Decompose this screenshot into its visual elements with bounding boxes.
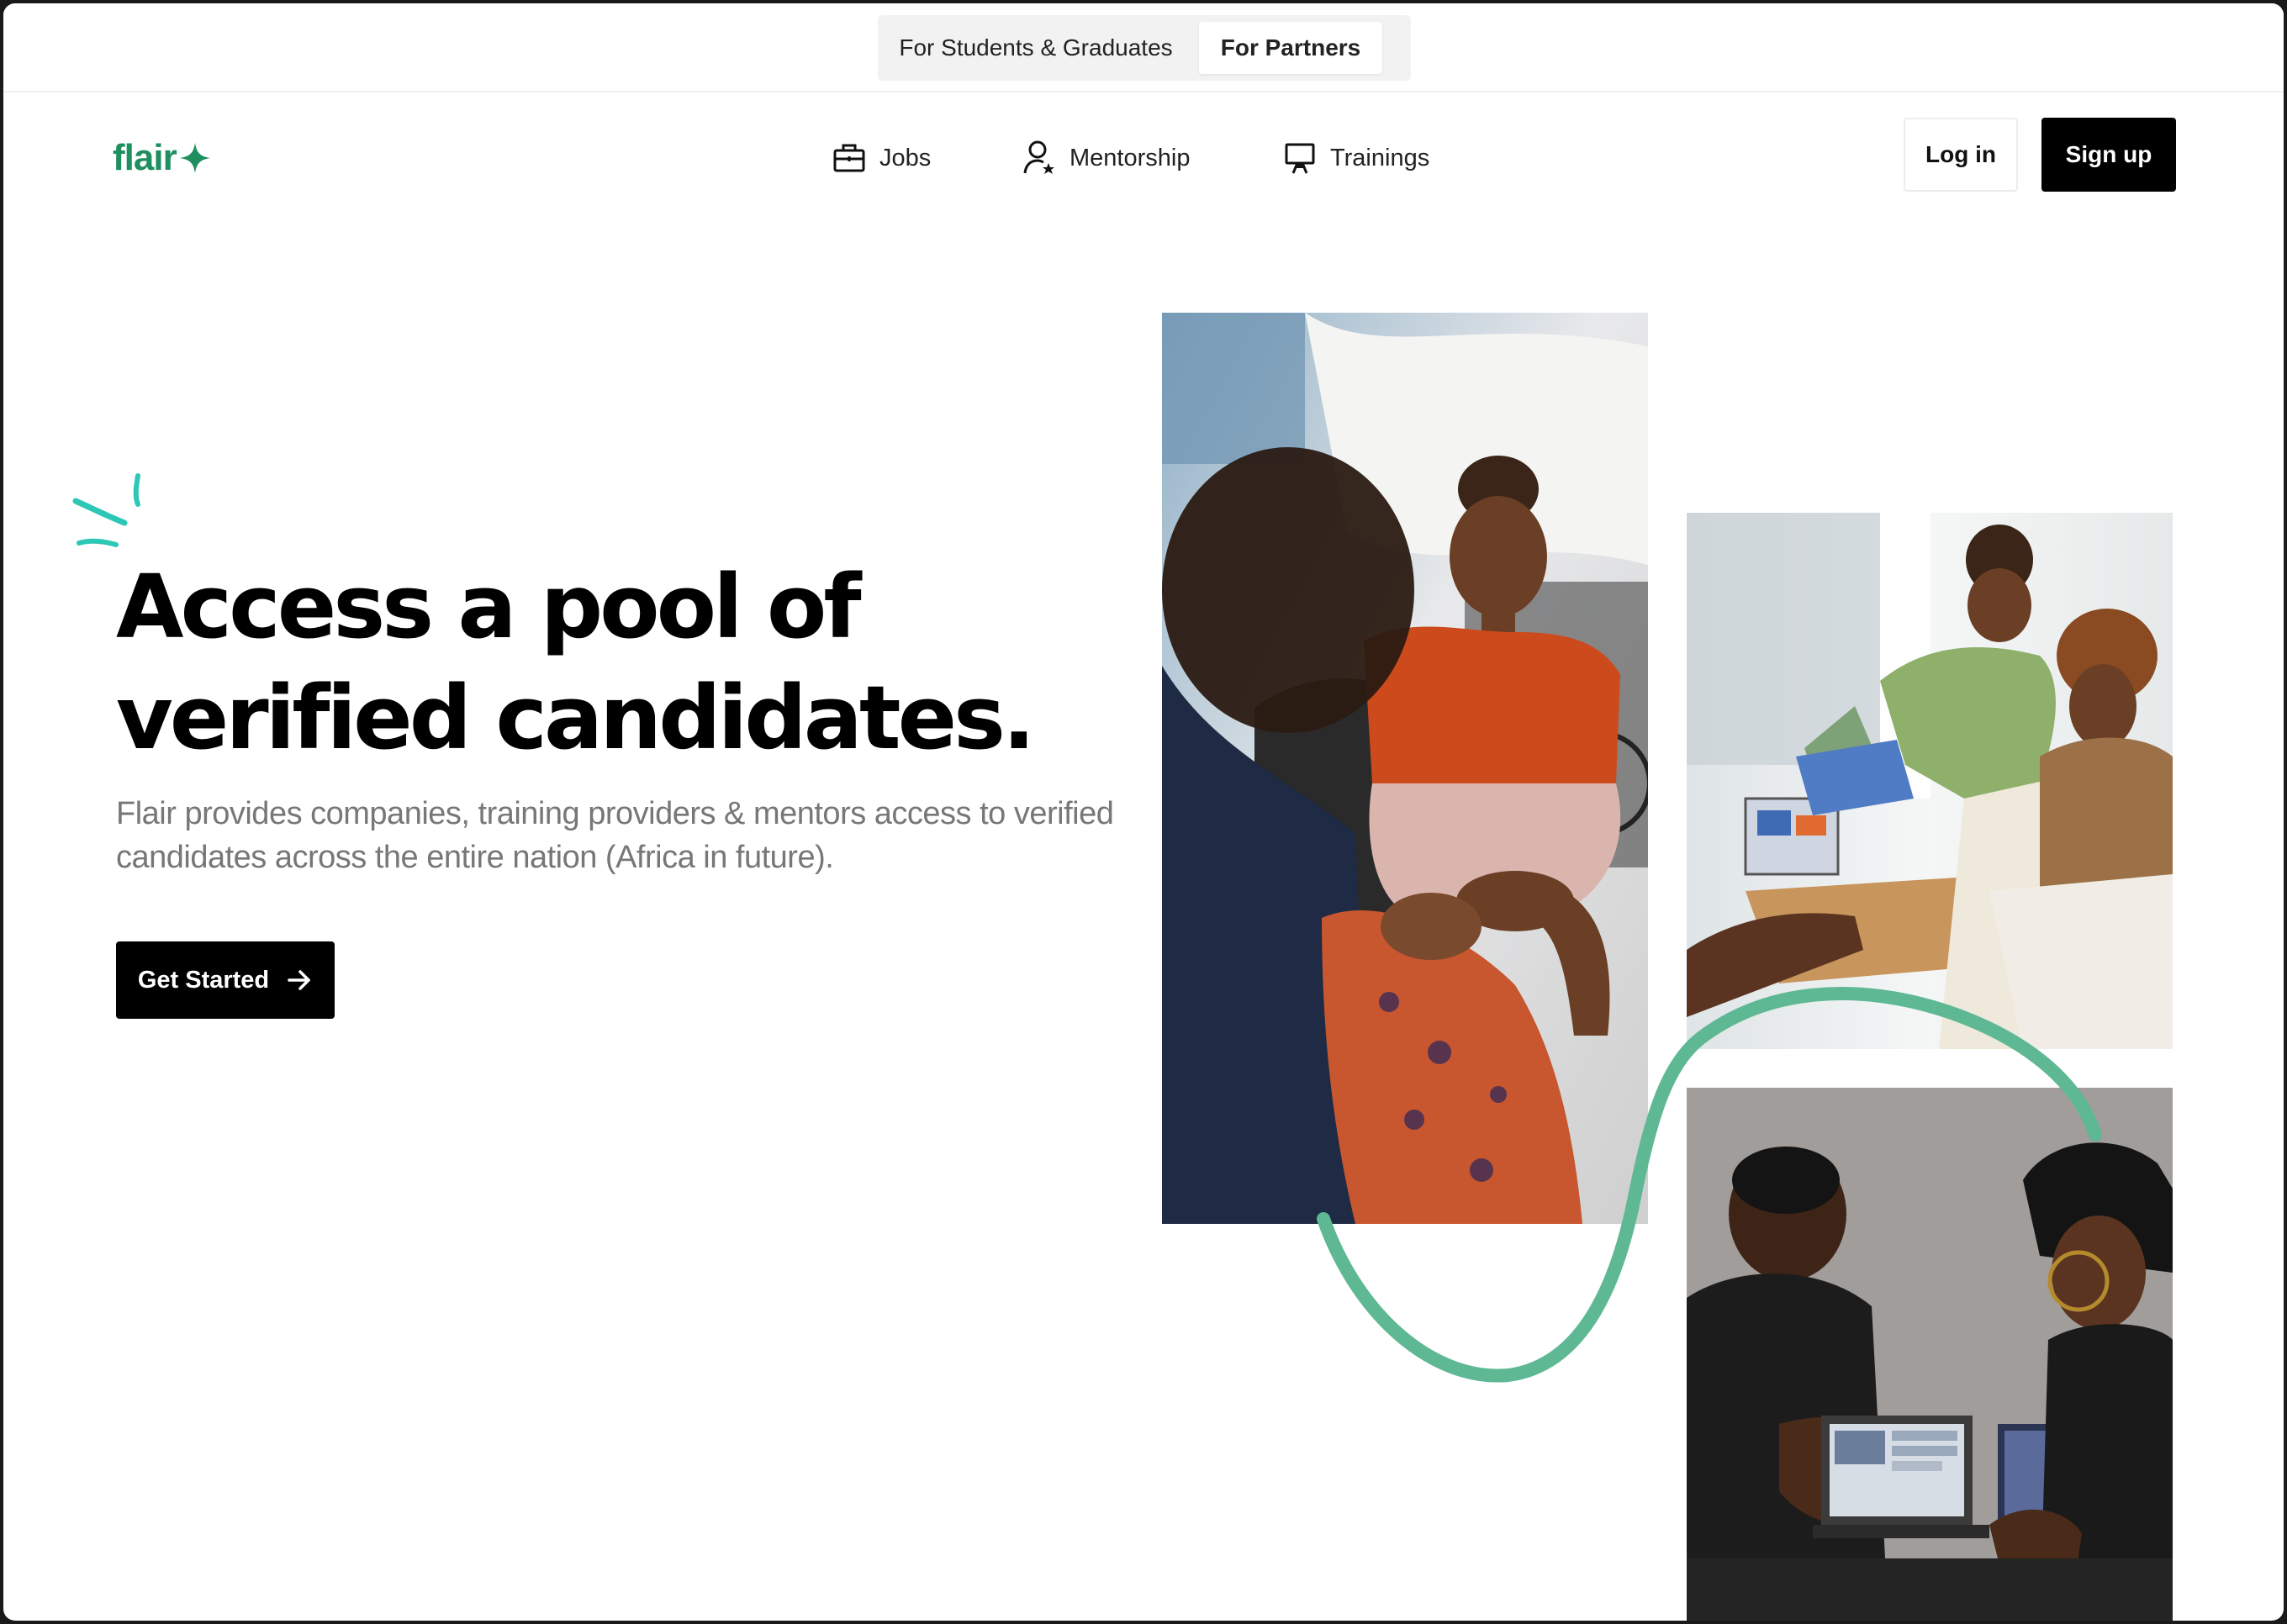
briefcase-icon	[831, 140, 868, 177]
nav-mentorship[interactable]: Mentorship	[1021, 133, 1190, 183]
hero-title-line-2: verified candidates.	[116, 667, 1036, 769]
flair-logo[interactable]: flair	[113, 133, 212, 183]
tab-students-graduates[interactable]: For Students & Graduates	[885, 22, 1187, 74]
nav-trainings[interactable]: Trainings	[1281, 133, 1429, 183]
hero-title-line-1: Access a pool of	[116, 556, 862, 658]
sparkle-decoration-icon	[72, 473, 140, 547]
hero-title: Access a pool of verified candidates.	[116, 551, 1125, 773]
conversation-photo	[1162, 313, 1648, 1224]
main-navigation: flair Jobs Mentorship Trainings Log in S…	[3, 92, 2284, 219]
sparkle-star-icon	[179, 143, 210, 173]
user-star-icon	[1021, 140, 1058, 177]
laptop-collaboration-photo	[1687, 1088, 2173, 1621]
signup-button[interactable]: Sign up	[2041, 118, 2176, 192]
nav-jobs-label: Jobs	[879, 144, 932, 171]
logo-text: flair	[113, 137, 177, 178]
get-started-label: Get Started	[137, 966, 270, 994]
nav-mentorship-label: Mentorship	[1070, 144, 1191, 171]
audience-bar: For Students & Graduates For Partners	[3, 3, 2284, 92]
nav-trainings-label: Trainings	[1330, 144, 1430, 171]
tab-partners[interactable]: For Partners	[1199, 22, 1382, 74]
nav-jobs[interactable]: Jobs	[831, 133, 931, 183]
presentation-icon	[1281, 140, 1318, 177]
browser-frame: For Students & Graduates For Partners fl…	[3, 3, 2284, 1621]
hero-description: Flair provides companies, training provi…	[116, 796, 1114, 875]
get-started-button[interactable]: Get Started	[116, 941, 335, 1019]
audience-switch: For Students & Graduates For Partners	[878, 15, 1411, 81]
arrow-right-icon	[288, 970, 310, 990]
login-button[interactable]: Log in	[1904, 118, 2018, 192]
team-meeting-photo	[1687, 513, 2173, 1049]
